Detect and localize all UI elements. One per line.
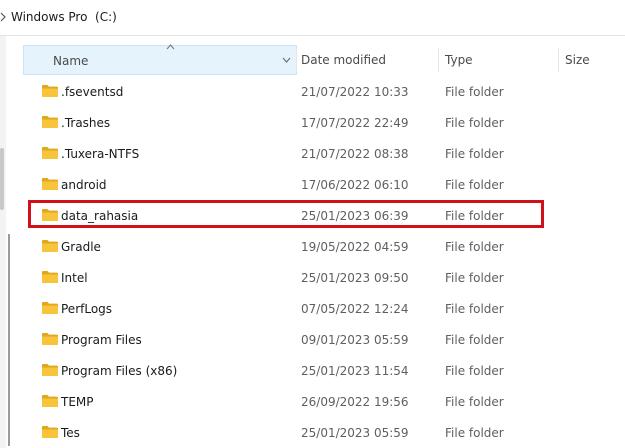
folder-icon xyxy=(42,364,58,376)
column-name-label: Name xyxy=(53,54,89,68)
file-date-modified: 26/09/2022 19:56 xyxy=(301,395,409,409)
file-type: File folder xyxy=(445,178,504,192)
file-date-modified: 25/01/2023 11:54 xyxy=(301,364,409,378)
file-name[interactable]: .fseventsd xyxy=(61,85,123,99)
navigation-scrollbar[interactable] xyxy=(0,148,4,210)
file-name[interactable]: .Trashes xyxy=(61,116,110,130)
file-date-modified: 21/07/2022 10:33 xyxy=(301,85,409,99)
file-name[interactable]: Program Files xyxy=(61,333,142,347)
chevron-down-icon[interactable] xyxy=(282,57,291,63)
chevron-right-icon[interactable] xyxy=(0,11,7,23)
file-row[interactable]: .fseventsd 21/07/2022 10:33 File folder xyxy=(23,76,625,107)
folder-icon xyxy=(42,395,58,407)
file-date-modified: 25/01/2023 09:50 xyxy=(301,271,409,285)
file-type: File folder xyxy=(445,395,504,409)
file-date-modified: 07/05/2022 12:24 xyxy=(301,302,409,316)
file-row[interactable]: Program Files (x86) 25/01/2023 11:54 File … xyxy=(23,355,625,386)
file-row[interactable]: .Tuxera-NTFS 21/07/2022 08:38 File folder xyxy=(23,138,625,169)
file-date-modified: 17/06/2022 06:10 xyxy=(301,178,409,192)
file-type: File folder xyxy=(445,302,504,316)
column-separator[interactable] xyxy=(296,48,297,72)
file-row[interactable]: Program Files 09/01/2023 05:59 File folder xyxy=(23,324,625,355)
file-name[interactable]: .Tuxera-NTFS xyxy=(61,147,139,161)
file-row[interactable]: TEMP 26/09/2022 19:56 File folder xyxy=(23,386,625,417)
folder-icon xyxy=(42,271,58,283)
navigation-pane-edge xyxy=(0,36,6,448)
column-separator[interactable] xyxy=(558,48,559,72)
folder-icon xyxy=(42,116,58,128)
file-type: File folder xyxy=(445,333,504,347)
file-date-modified: 09/01/2023 05:59 xyxy=(301,333,409,347)
file-type: File folder xyxy=(445,147,504,161)
file-name[interactable]: PerfLogs xyxy=(61,302,112,316)
file-type: File folder xyxy=(445,85,504,99)
navigation-tree-line xyxy=(8,234,10,446)
folder-icon xyxy=(42,333,58,345)
file-type: File folder xyxy=(445,271,504,285)
column-header-name[interactable]: Name xyxy=(23,44,297,75)
file-type: File folder xyxy=(445,426,504,440)
column-header: Name Date modified Type Size xyxy=(23,44,625,75)
file-row[interactable]: .Trashes 17/07/2022 22:49 File folder xyxy=(23,107,625,138)
folder-icon xyxy=(42,147,58,159)
file-date-modified: 25/01/2023 05:59 xyxy=(301,426,409,440)
file-explorer-window: Windows Pro (C:) Name Date modified Type… xyxy=(0,0,625,448)
file-name[interactable]: Program Files (x86) xyxy=(61,364,177,378)
folder-icon xyxy=(42,302,58,314)
column-header-size[interactable]: Size xyxy=(565,53,590,67)
file-name[interactable]: Gradle xyxy=(61,240,101,254)
column-separator[interactable] xyxy=(438,48,439,72)
file-row[interactable]: Gradle 19/05/2022 04:59 File folder xyxy=(23,231,625,262)
file-type: File folder xyxy=(445,116,504,130)
file-date-modified: 19/05/2022 04:59 xyxy=(301,240,409,254)
breadcrumb-drive[interactable]: Windows Pro (C:) xyxy=(11,10,117,24)
file-name[interactable]: TEMP xyxy=(61,395,94,409)
column-header-type[interactable]: Type xyxy=(445,53,473,67)
file-type: File folder xyxy=(445,240,504,254)
address-bar[interactable]: Windows Pro (C:) xyxy=(0,0,625,36)
file-row[interactable]: PerfLogs 07/05/2022 12:24 File folder xyxy=(23,293,625,324)
folder-icon xyxy=(42,426,58,438)
file-name[interactable]: android xyxy=(61,178,107,192)
file-row[interactable]: Tes 25/01/2023 05:59 File folder xyxy=(23,417,625,448)
folder-icon xyxy=(42,240,58,252)
file-list: .fseventsd 21/07/2022 10:33 File folder .Tr… xyxy=(23,76,625,448)
file-name[interactable]: Intel xyxy=(61,271,88,285)
file-row[interactable]: android 17/06/2022 06:10 File folder xyxy=(23,169,625,200)
folder-icon xyxy=(42,178,58,190)
highlight-annotation xyxy=(28,200,544,228)
column-header-date-modified[interactable]: Date modified xyxy=(301,53,386,67)
file-date-modified: 21/07/2022 08:38 xyxy=(301,147,409,161)
sort-up-icon xyxy=(166,44,175,50)
file-date-modified: 17/07/2022 22:49 xyxy=(301,116,409,130)
file-type: File folder xyxy=(445,364,504,378)
file-row[interactable]: Intel 25/01/2023 09:50 File folder xyxy=(23,262,625,293)
folder-icon xyxy=(42,85,58,97)
file-name[interactable]: Tes xyxy=(61,426,80,440)
